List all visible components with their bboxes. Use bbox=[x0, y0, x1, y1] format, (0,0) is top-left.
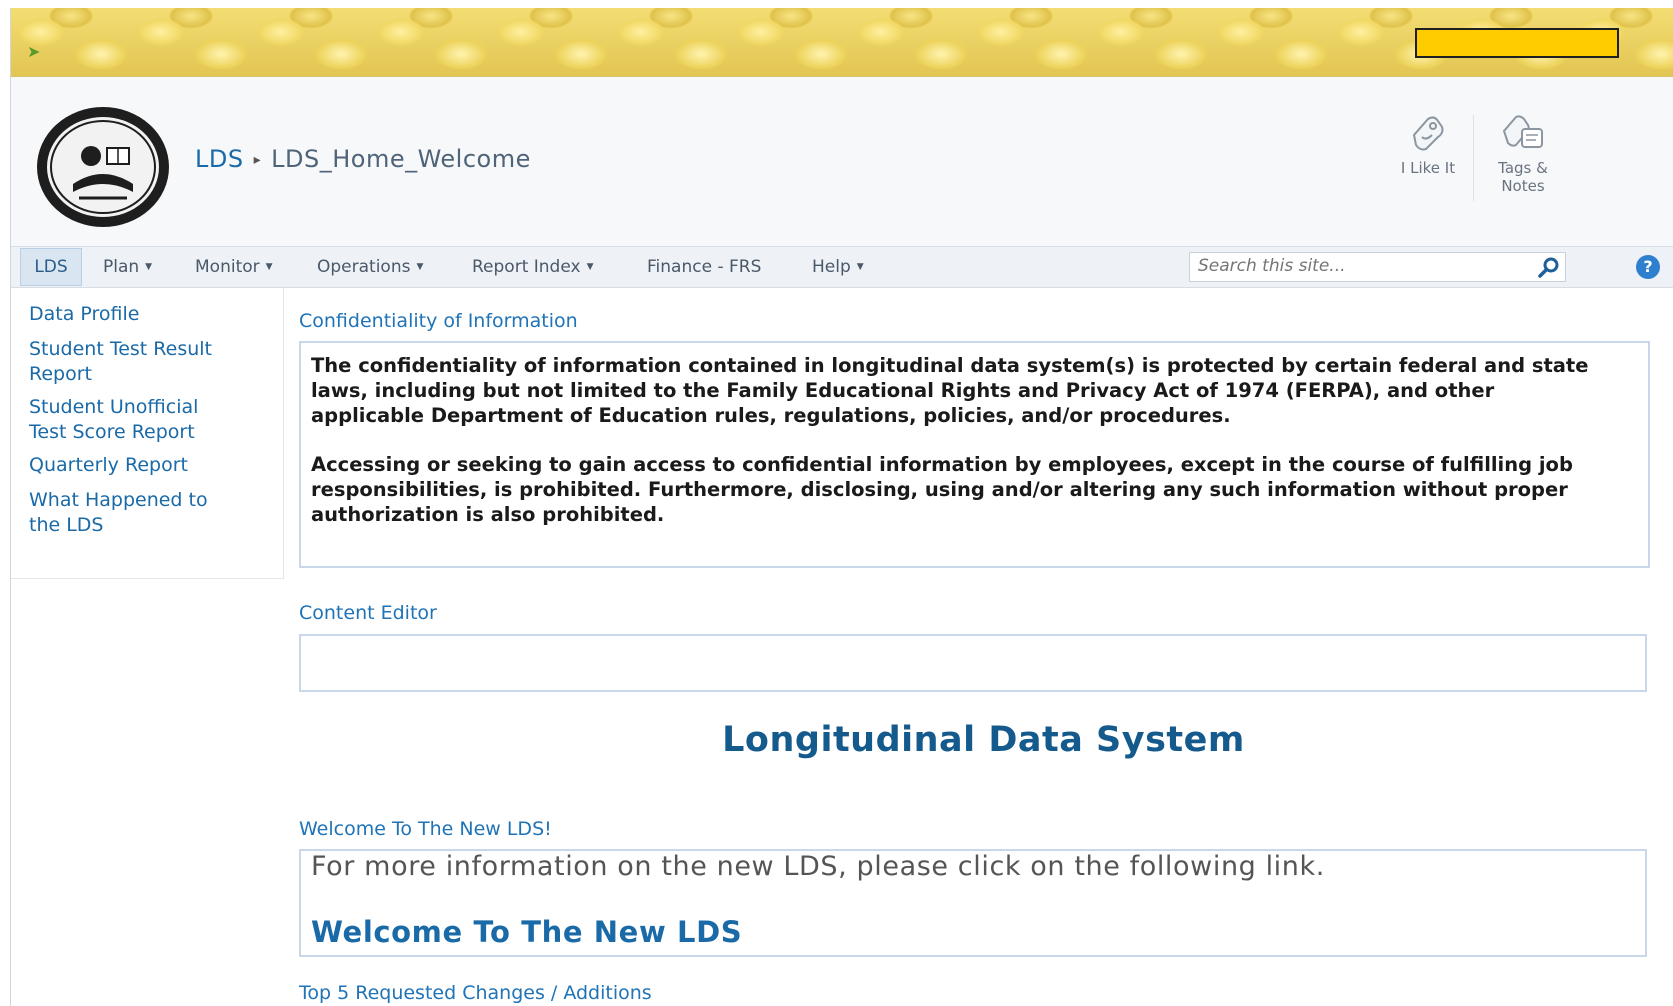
dropdown-arrow-icon: ▼ bbox=[586, 262, 594, 272]
quick-launch-label: the LDS bbox=[29, 514, 104, 536]
search-input[interactable] bbox=[1190, 253, 1526, 279]
tags-notes-label-1: Tags & bbox=[1498, 159, 1548, 177]
nav-tab-finance-frs[interactable]: Finance - FRS bbox=[647, 247, 761, 287]
content-editor-webpart-title[interactable]: Content Editor bbox=[299, 602, 437, 624]
top5-webpart-title[interactable]: Top 5 Requested Changes / Additions bbox=[299, 982, 652, 1004]
quick-launch-label: Report bbox=[29, 363, 92, 385]
site-header: LDS ▸ LDS_Home_Welcome I Like It Tags & No… bbox=[11, 77, 1673, 247]
nav-tab-label: Finance - FRS bbox=[647, 257, 762, 277]
quick-launch-label: Data Profile bbox=[29, 303, 140, 325]
quick-launch-label: Student Unofficial bbox=[29, 396, 199, 418]
i-like-it-button[interactable]: I Like It bbox=[1383, 113, 1473, 177]
dropdown-arrow-icon: ▼ bbox=[145, 262, 153, 272]
site-actions-icon[interactable]: ➤ bbox=[27, 42, 45, 61]
content-editor-webpart bbox=[299, 634, 1647, 692]
site-banner: ➤ bbox=[11, 8, 1673, 77]
top-nav-bar: LDS Plan ▼ Monitor ▼ Operations ▼ Report In… bbox=[11, 246, 1673, 288]
nav-tab-label: Report Index bbox=[472, 257, 581, 277]
welcome-webpart-title[interactable]: Welcome To The New LDS! bbox=[299, 818, 552, 840]
nav-tab-report-index[interactable]: Report Index ▼ bbox=[472, 247, 593, 287]
confidentiality-webpart: The confidentiality of information conta… bbox=[299, 341, 1650, 568]
nav-tab-monitor[interactable]: Monitor ▼ bbox=[195, 247, 273, 287]
tags-notes-button[interactable]: Tags & Notes bbox=[1478, 113, 1568, 195]
quick-launch-item-data-profile[interactable]: Data Profile bbox=[29, 302, 277, 327]
dropdown-arrow-icon: ▼ bbox=[265, 262, 273, 272]
nav-tab-operations[interactable]: Operations ▼ bbox=[317, 247, 423, 287]
dropdown-arrow-icon: ▼ bbox=[856, 262, 864, 272]
confidentiality-paragraph-2: Accessing or seeking to gain access to c… bbox=[311, 453, 1573, 526]
quick-launch-item-quarterly-report[interactable]: Quarterly Report bbox=[29, 453, 277, 478]
help-icon[interactable]: ? bbox=[1636, 255, 1660, 279]
quick-launch: Data Profile Student Test Result Report S… bbox=[11, 288, 284, 579]
nav-tab-plan[interactable]: Plan ▼ bbox=[103, 247, 152, 287]
nav-tab-label: LDS bbox=[34, 257, 68, 277]
site-search-box bbox=[1189, 252, 1566, 282]
nav-tab-help[interactable]: Help ▼ bbox=[812, 247, 864, 287]
nav-tab-label: Help bbox=[812, 257, 851, 277]
thumbs-tag-icon bbox=[1412, 116, 1444, 151]
nav-tab-label: Monitor bbox=[195, 257, 260, 277]
dropdown-arrow-icon: ▼ bbox=[416, 262, 424, 272]
breadcrumb: LDS ▸ LDS_Home_Welcome bbox=[195, 145, 531, 173]
nav-tab-label: Operations bbox=[317, 257, 411, 277]
confidentiality-paragraph-1: The confidentiality of information conta… bbox=[311, 354, 1589, 427]
tags-notes-icon bbox=[1502, 115, 1543, 148]
welcome-webpart: For more information on the new LDS, ple… bbox=[299, 849, 1647, 957]
confidentiality-webpart-title[interactable]: Confidentiality of Information bbox=[299, 310, 578, 332]
quick-launch-item-what-happened-to-the-lds[interactable]: What Happened to the LDS bbox=[29, 488, 277, 538]
quick-launch-label: What Happened to bbox=[29, 489, 208, 511]
breadcrumb-current-page: LDS_Home_Welcome bbox=[271, 145, 531, 173]
quick-launch-item-student-unofficial-test-score-report[interactable]: Student Unofficial Test Score Report bbox=[29, 395, 277, 445]
breadcrumb-separator-icon: ▸ bbox=[253, 152, 262, 168]
search-icon[interactable] bbox=[1535, 255, 1563, 279]
page-title: Longitudinal Data System bbox=[722, 720, 1245, 760]
redacted-user-box bbox=[1415, 28, 1619, 58]
quick-launch-label: Test Score Report bbox=[29, 421, 195, 443]
quick-launch-item-student-test-result-report[interactable]: Student Test Result Report bbox=[29, 337, 277, 387]
social-divider bbox=[1473, 115, 1474, 201]
page-frame: ➤ LDS ▸ LDS_Home_Welcome I Like It Tags … bbox=[10, 8, 1673, 1006]
department-seal-logo bbox=[37, 107, 169, 227]
welcome-link[interactable]: Welcome To The New LDS bbox=[311, 915, 742, 949]
breadcrumb-site-link[interactable]: LDS bbox=[195, 145, 244, 173]
welcome-info-text: For more information on the new LDS, ple… bbox=[311, 851, 1325, 882]
quick-launch-label: Student Test Result bbox=[29, 338, 212, 360]
tags-notes-label-2: Notes bbox=[1501, 177, 1545, 195]
nav-tab-lds[interactable]: LDS bbox=[20, 248, 82, 286]
i-like-it-label: I Like It bbox=[1400, 159, 1456, 177]
nav-tab-label: Plan bbox=[103, 257, 140, 277]
quick-launch-label: Quarterly Report bbox=[29, 454, 188, 476]
confidentiality-text: The confidentiality of information conta… bbox=[311, 353, 1601, 551]
